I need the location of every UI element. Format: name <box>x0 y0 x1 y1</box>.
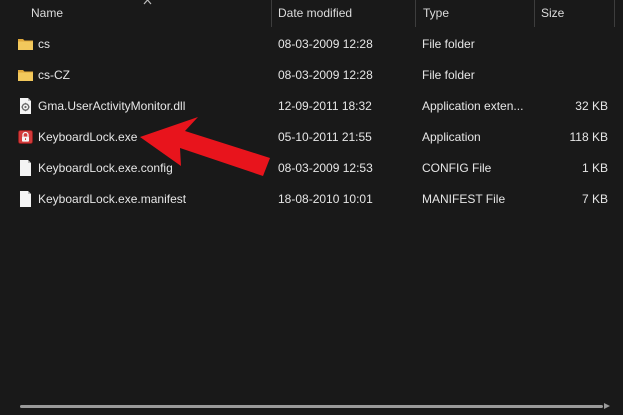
file-name: KeyboardLock.exe <box>38 130 138 144</box>
scroll-right-arrow-icon[interactable] <box>603 402 611 410</box>
file-name: cs <box>38 37 50 51</box>
file-row-keyboardlock-exe[interactable]: KeyboardLock.exe 05-10-2011 21:55 Applic… <box>0 122 623 153</box>
column-divider[interactable] <box>534 0 535 27</box>
file-type: CONFIG File <box>422 161 492 175</box>
folder-icon <box>18 39 33 50</box>
sort-ascending-icon <box>143 0 152 5</box>
lock-app-icon <box>18 130 33 144</box>
file-type: Application exten... <box>422 99 524 113</box>
column-header-date-modified[interactable]: Date modified <box>278 0 352 26</box>
file-type: MANIFEST File <box>422 192 506 206</box>
column-header-type[interactable]: Type <box>423 0 449 26</box>
file-row-keyboardlock-exe-config[interactable]: KeyboardLock.exe.config 08-03-2009 12:53… <box>0 153 623 184</box>
file-name: cs-CZ <box>38 68 70 82</box>
horizontal-scrollbar-thumb[interactable] <box>20 405 603 408</box>
column-divider[interactable] <box>614 0 615 27</box>
file-row-cs[interactable]: cs 08-03-2009 12:28 File folder <box>0 29 623 60</box>
file-size: 118 KB <box>569 130 608 144</box>
document-icon <box>20 191 31 207</box>
file-date-modified: 18-08-2010 10:01 <box>278 192 373 206</box>
file-name: KeyboardLock.exe.config <box>38 161 173 175</box>
column-divider[interactable] <box>415 0 416 27</box>
file-date-modified: 05-10-2011 21:55 <box>278 130 372 144</box>
document-icon <box>20 160 31 176</box>
file-size <box>540 60 608 91</box>
column-divider[interactable] <box>271 0 272 27</box>
file-name: Gma.UserActivityMonitor.dll <box>38 99 186 113</box>
file-date-modified: 08-03-2009 12:53 <box>278 161 373 175</box>
file-type: File folder <box>422 37 475 51</box>
file-row-gma-useractivitymonitor-dll[interactable]: Gma.UserActivityMonitor.dll 12-09-2011 1… <box>0 91 623 122</box>
file-row-cs-cz[interactable]: cs-CZ 08-03-2009 12:28 File folder <box>0 60 623 91</box>
file-explorer-window: Name Date modified Type Size cs 08-03-20… <box>0 0 623 415</box>
horizontal-scrollbar[interactable] <box>20 405 603 409</box>
file-size: 32 KB <box>575 99 608 113</box>
file-date-modified: 08-03-2009 12:28 <box>278 37 373 51</box>
file-type: Application <box>422 130 481 144</box>
file-name: KeyboardLock.exe.manifest <box>38 192 187 206</box>
column-header-size[interactable]: Size <box>541 0 564 26</box>
column-header-row: Name Date modified Type Size <box>0 0 623 27</box>
file-size <box>540 29 608 60</box>
file-list: cs 08-03-2009 12:28 File folder cs-CZ 08… <box>0 29 623 215</box>
file-type: File folder <box>422 68 475 82</box>
folder-icon <box>18 70 33 81</box>
file-size: 1 KB <box>581 161 608 175</box>
column-header-name[interactable]: Name <box>31 0 63 26</box>
dll-file-icon <box>20 98 31 114</box>
file-size: 7 KB <box>581 192 608 206</box>
file-date-modified: 08-03-2009 12:28 <box>278 68 373 82</box>
file-row-keyboardlock-exe-manifest[interactable]: KeyboardLock.exe.manifest 18-08-2010 10:… <box>0 184 623 215</box>
file-date-modified: 12-09-2011 18:32 <box>278 99 372 113</box>
